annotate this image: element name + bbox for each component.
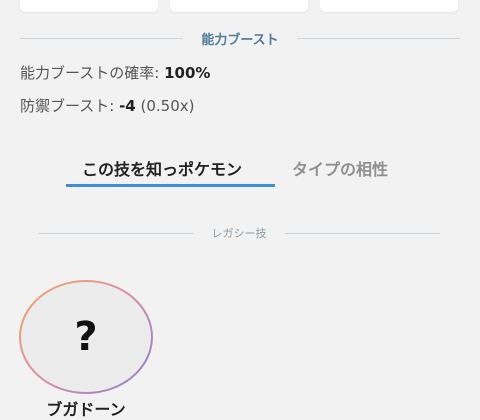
defense-boost-label: 防禦ブースト: [20, 97, 120, 115]
boost-probability-row: 能力ブーストの確率: 100% [20, 62, 210, 83]
pokemon-avatar: ? [21, 282, 151, 392]
boost-section-header: 能力ブースト [20, 29, 461, 48]
top-card-1[interactable] [20, 0, 158, 12]
boost-probability-label: 能力ブーストの確率: [20, 64, 165, 82]
divider-line-left [20, 38, 184, 39]
pokemon-avatar-ring: ? [19, 280, 153, 394]
legacy-section-title: レガシー技 [211, 227, 267, 240]
divider-line-right [284, 232, 440, 234]
top-cards [0, 0, 480, 12]
tab-type-matchup[interactable]: タイプの相性 [292, 156, 388, 180]
active-tab-indicator [66, 184, 275, 187]
tab-bar: この技を知っポケモン タイプの相性 [60, 150, 420, 190]
boost-section-title: 能力ブースト [201, 33, 279, 48]
unknown-pokemon-icon: ? [74, 314, 98, 360]
pokemon-name: ブガドーン [46, 400, 126, 419]
pokemon-card[interactable]: ? ブガドーン [19, 280, 153, 419]
divider-line-left [38, 232, 194, 234]
defense-boost-value: -4 [119, 97, 136, 115]
tab-pokemon-learn[interactable]: この技を知っポケモン [82, 156, 242, 180]
top-card-3[interactable] [320, 0, 458, 12]
legacy-section-header: レガシー技 [38, 225, 440, 241]
defense-boost-multiplier: (0.50x) [135, 97, 195, 115]
boost-probability-value: 100% [164, 64, 211, 82]
top-card-2[interactable] [170, 0, 308, 12]
defense-boost-row: 防禦ブースト: -4 (0.50x) [20, 95, 195, 116]
divider-line-right [296, 38, 461, 39]
